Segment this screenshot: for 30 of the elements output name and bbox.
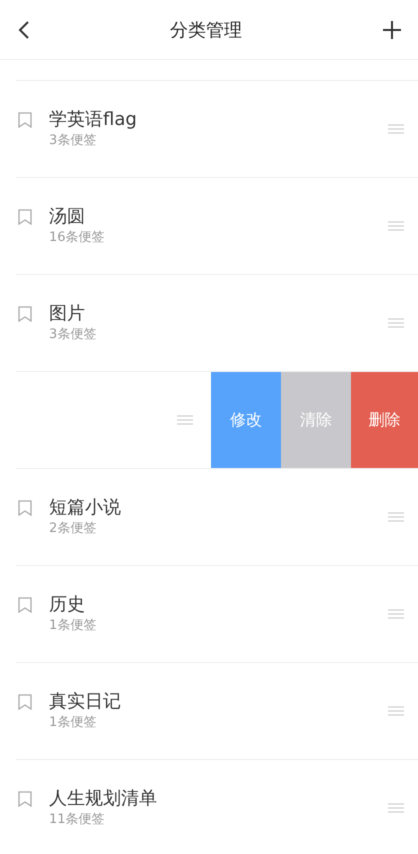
category-name[interactable]: 汤圆 [49, 205, 388, 229]
category-name[interactable]: 历史 [49, 593, 388, 617]
category-name[interactable]: 图片 [49, 302, 388, 326]
drag-handle-icon[interactable] [388, 221, 404, 231]
category-name[interactable]: 短篇小说 [49, 496, 388, 520]
drag-handle-icon[interactable] [177, 415, 193, 425]
drag-handle-icon[interactable] [388, 706, 404, 716]
bookmark-icon [18, 791, 32, 807]
note-count: 11条便签 [49, 811, 106, 829]
note-count: 3条便签 [49, 132, 98, 150]
drag-handle-icon[interactable] [388, 318, 404, 328]
drag-handle-icon[interactable] [388, 803, 404, 813]
category-name[interactable]: 学英语flag [49, 108, 388, 132]
page-title: 分类管理 [170, 18, 242, 42]
note-count: 3条便签 [49, 326, 98, 344]
bookmark-icon [18, 694, 32, 710]
bookmark-icon [18, 597, 32, 613]
note-count: 2条便签 [49, 520, 98, 538]
note-count: 1条便签 [49, 617, 98, 635]
drag-handle-icon[interactable] [388, 124, 404, 134]
bookmark-icon [18, 500, 32, 516]
bookmark-icon [18, 209, 32, 225]
bookmark-icon [18, 112, 32, 128]
note-count: 16条便签 [49, 229, 106, 247]
drag-handle-icon[interactable] [388, 609, 404, 619]
bookmark-icon [18, 306, 32, 322]
note-count: 1条便签 [49, 714, 98, 732]
drag-handle-icon[interactable] [388, 512, 404, 522]
category-name[interactable]: 人生规划清单 [49, 787, 388, 811]
category-name[interactable]: 真实日记 [49, 690, 388, 714]
